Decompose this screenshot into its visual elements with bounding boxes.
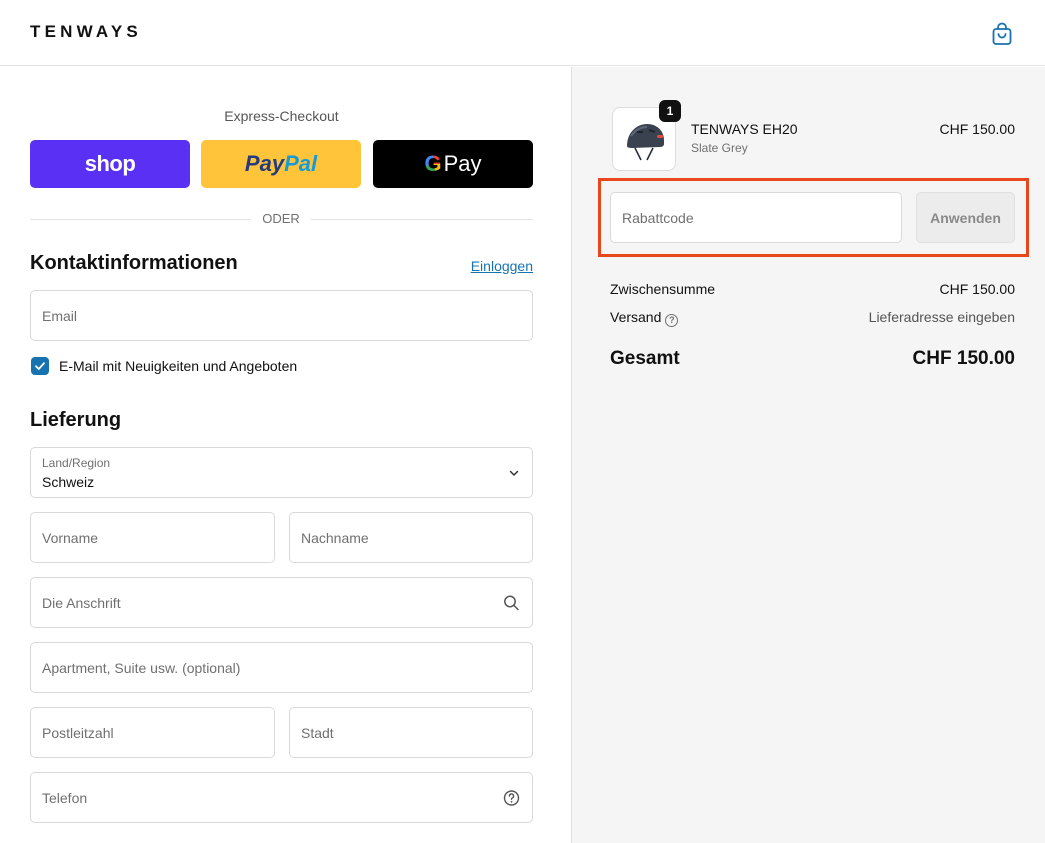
google-pay-label: Pay <box>443 151 482 176</box>
shop-pay-button[interactable]: shop <box>30 140 190 188</box>
subtotal-row: Zwischensumme CHF 150.00 <box>610 281 1015 297</box>
product-price: CHF 150.00 <box>939 121 1015 137</box>
subtotal-value: CHF 150.00 <box>939 281 1015 297</box>
country-label: Land/Region <box>42 456 111 470</box>
apply-discount-button[interactable]: Anwenden <box>916 192 1015 243</box>
paypal-button[interactable]: Pay Pal <box>201 140 361 188</box>
country-select[interactable]: Land/Region Schweiz <box>30 447 533 498</box>
email-placeholder: Email <box>42 307 78 324</box>
shop-pay-label: shop <box>84 151 136 176</box>
city-field[interactable]: Stadt <box>289 707 533 758</box>
total-row: Gesamt CHF 150.00 <box>610 348 1015 370</box>
apply-discount-label: Anwenden <box>930 209 1001 226</box>
email-field[interactable]: Email <box>30 290 533 341</box>
brand-logo[interactable]: TENWAYS <box>30 22 142 42</box>
address-field[interactable]: Die Anschrift <box>30 577 533 628</box>
phone-field[interactable]: Telefon <box>30 772 533 823</box>
paypal-label-part2: Pal <box>284 151 318 176</box>
newsletter-label: E-Mail mit Neuigkeiten und Angeboten <box>59 358 298 374</box>
product-name: TENWAYS EH20 <box>691 121 798 137</box>
delivery-section-title: Lieferung <box>30 409 122 431</box>
search-icon <box>504 595 519 610</box>
total-label: Gesamt <box>610 348 680 369</box>
checkmark-icon <box>35 362 45 370</box>
postal-code-placeholder: Postleitzahl <box>42 724 114 741</box>
shipping-label: Versand <box>610 309 662 325</box>
quantity-badge: 1 <box>659 100 681 122</box>
product-variant: Slate Grey <box>691 141 748 155</box>
subtotal-label: Zwischensumme <box>610 281 716 297</box>
shopping-bag-icon[interactable] <box>990 22 1014 46</box>
help-icon[interactable] <box>503 789 520 806</box>
address-placeholder: Die Anschrift <box>42 594 121 611</box>
express-checkout-title: Express-Checkout <box>224 108 339 124</box>
shipping-row: Versand? Lieferadresse eingeben <box>610 309 1015 327</box>
chevron-down-icon <box>509 470 519 476</box>
discount-code-field[interactable]: Rabattcode <box>610 192 902 243</box>
google-g-icon: G <box>424 151 442 176</box>
first-name-placeholder: Vorname <box>42 529 99 546</box>
first-name-field[interactable]: Vorname <box>30 512 275 563</box>
phone-placeholder: Telefon <box>42 789 88 806</box>
city-placeholder: Stadt <box>301 724 334 741</box>
checkout-form: Express-Checkout shop Pay Pal G Pay ODER … <box>0 67 571 843</box>
apartment-placeholder: Apartment, Suite usw. (optional) <box>42 659 241 676</box>
apartment-field[interactable]: Apartment, Suite usw. (optional) <box>30 642 533 693</box>
newsletter-checkbox[interactable] <box>31 357 49 375</box>
divider-label: ODER <box>251 211 311 226</box>
contact-section-title: Kontaktinformationen <box>30 252 238 274</box>
header: TENWAYS <box>0 0 1045 66</box>
google-pay-button[interactable]: G Pay <box>373 140 533 188</box>
shipping-help-icon[interactable]: ? <box>665 314 679 327</box>
total-value: CHF 150.00 <box>912 348 1015 369</box>
last-name-placeholder: Nachname <box>301 529 369 546</box>
login-link[interactable]: Einloggen <box>440 258 533 274</box>
last-name-field[interactable]: Nachname <box>289 512 533 563</box>
shipping-value: Lieferadresse eingeben <box>868 309 1015 325</box>
order-summary: 1 TENWAYS EH20 Slate Grey CHF 150.00 Rab… <box>571 67 1045 843</box>
discount-code-placeholder: Rabattcode <box>622 209 694 226</box>
paypal-label-part1: Pay <box>244 151 285 176</box>
postal-code-field[interactable]: Postleitzahl <box>30 707 275 758</box>
country-value: Schweiz <box>42 474 95 490</box>
